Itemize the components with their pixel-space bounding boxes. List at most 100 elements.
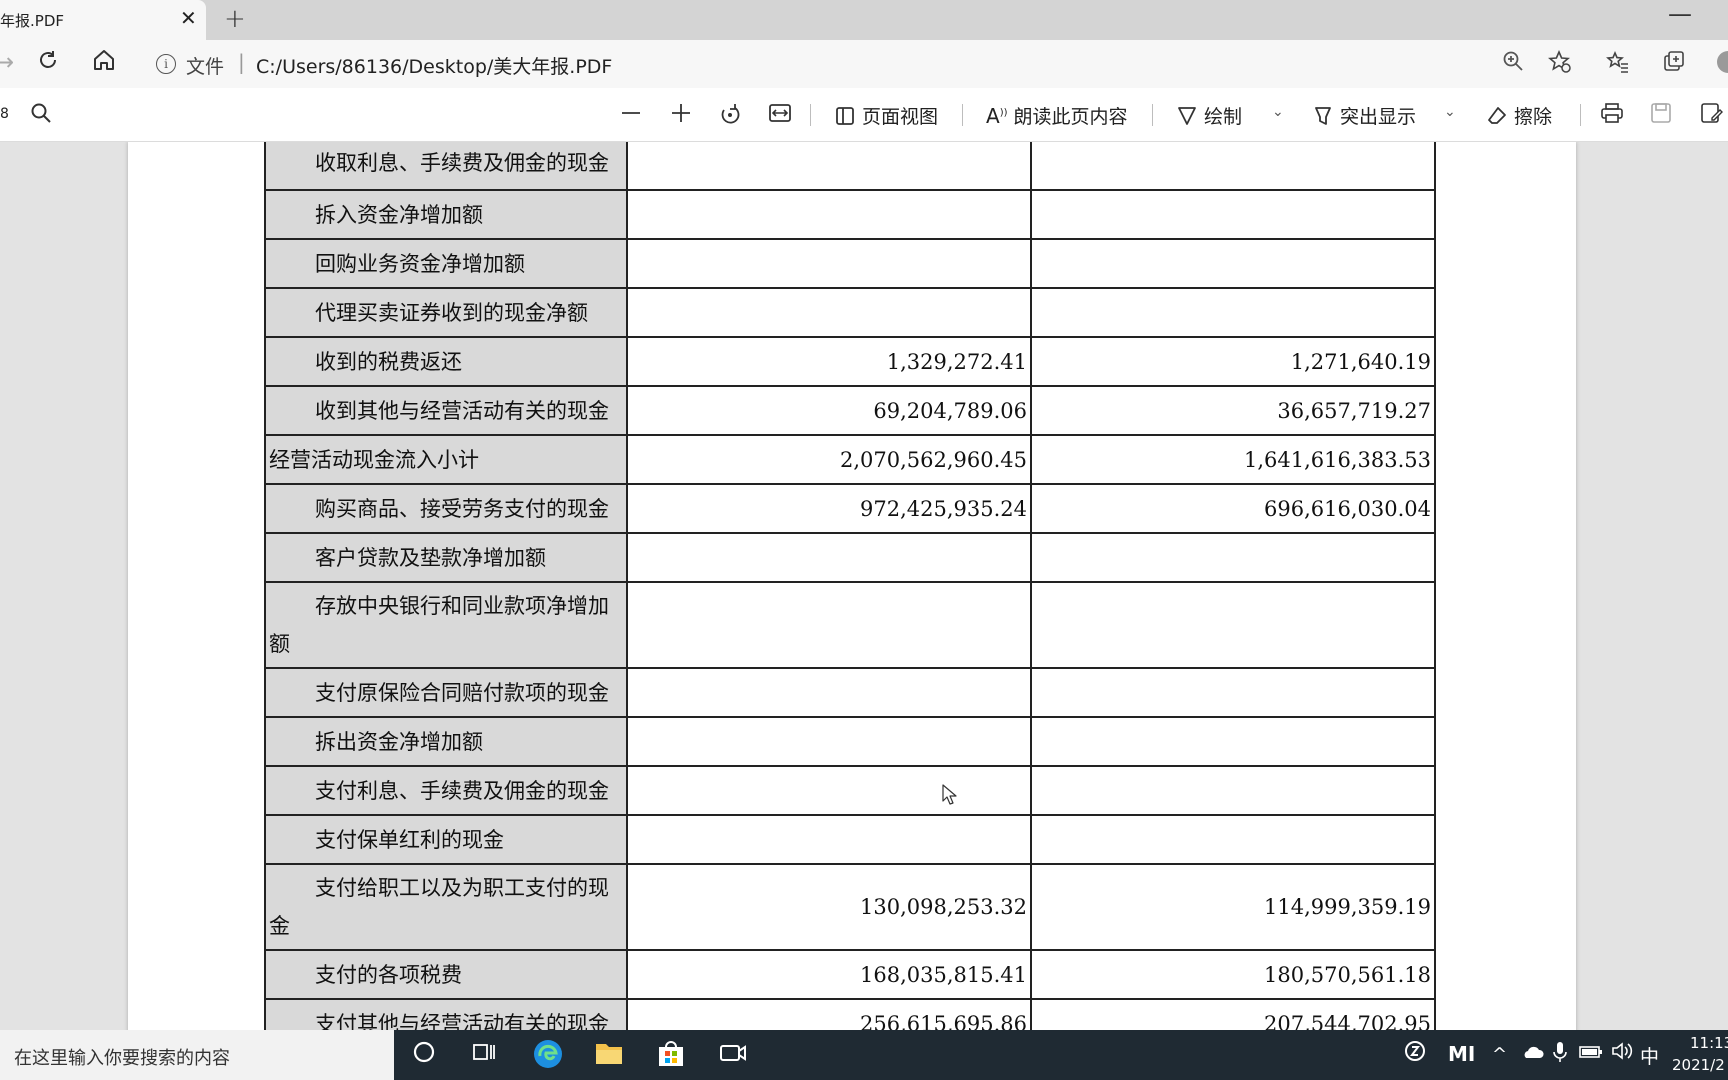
add-favorite-icon[interactable] (1548, 49, 1572, 79)
current-period-value (626, 765, 1032, 816)
address-url[interactable]: C:/Users/86136/Desktop/美大年报.PDF (256, 52, 612, 79)
current-period-value: 2,070,562,960.45 (626, 434, 1032, 485)
highlight-button[interactable]: 突出显示 (1312, 102, 1416, 129)
read-aloud-label: 朗读此页内容 (1013, 106, 1128, 128)
find-icon[interactable] (30, 102, 52, 129)
new-tab-icon[interactable]: + (224, 4, 246, 34)
previous-period-value: 36,657,719.27 (1030, 385, 1436, 436)
cash-flow-table: 收取利息、手续费及佣金的现金 拆入资金净增加额 回购业务资金净增加额 代理买卖证券收到… (264, 142, 1436, 1030)
current-period-value (626, 142, 1032, 191)
pdf-page: 收取利息、手续费及佣金的现金 拆入资金净增加额 回购业务资金净增加额 代理买卖证券收到… (128, 142, 1576, 1030)
home-icon[interactable] (92, 48, 116, 78)
forward-icon[interactable]: → (0, 48, 14, 76)
current-period-value (626, 716, 1032, 767)
current-period-value (626, 189, 1032, 240)
previous-period-value: 1,641,616,383.53 (1030, 434, 1436, 485)
minimize-icon[interactable]: — (1668, 0, 1692, 28)
zoom-out-icon[interactable] (620, 102, 642, 129)
sogou-input-icon[interactable] (1404, 1040, 1426, 1068)
previous-period-value (1030, 532, 1436, 583)
volume-icon[interactable] (1610, 1040, 1634, 1068)
rotate-icon[interactable] (718, 102, 742, 131)
row-label: 支付原保险合同赔付款项的现金 (264, 667, 628, 718)
row-label: 拆入资金净增加额 (264, 189, 628, 240)
table-row: 回购业务资金净增加额 (264, 238, 1436, 289)
row-label: 支付其他与经营活动有关的现金 (264, 998, 628, 1030)
previous-period-value (1030, 814, 1436, 865)
taskbar-search-box[interactable]: 在这里输入你要搜索的内容 (0, 1030, 394, 1080)
profile-avatar[interactable] (1716, 50, 1728, 79)
zoom-icon[interactable] (1502, 50, 1524, 77)
microphone-icon[interactable] (1552, 1040, 1568, 1070)
table-row: 收取利息、手续费及佣金的现金 (264, 142, 1436, 191)
store-icon[interactable] (656, 1040, 686, 1074)
mi-icon[interactable]: MI (1448, 1042, 1475, 1066)
toolbar-divider (810, 104, 811, 126)
address-separator: | (238, 50, 245, 74)
table-row: 代理买卖证券收到的现金净额 (264, 287, 1436, 338)
toolbar-divider (1580, 104, 1581, 126)
current-period-value (626, 667, 1032, 718)
current-period-value: 69,204,789.06 (626, 385, 1032, 436)
zoom-in-icon[interactable] (670, 102, 692, 129)
task-view-icon[interactable] (472, 1040, 496, 1070)
table-row: 支付的各项税费 168,035,815.41 180,570,561.18 (264, 949, 1436, 1000)
highlight-label: 突出显示 (1340, 106, 1417, 128)
close-tab-icon[interactable]: ✕ (180, 6, 197, 30)
table-row: 支付保单红利的现金 (264, 814, 1436, 865)
row-label: 客户贷款及垫款净增加额 (264, 532, 628, 583)
row-label: 收取利息、手续费及佣金的现金 (264, 142, 628, 191)
video-call-icon[interactable] (718, 1040, 748, 1072)
page-view-button[interactable]: 页面视图 (834, 102, 938, 129)
read-aloud-button[interactable]: A)) 朗读此页内容 (986, 102, 1128, 129)
active-tab[interactable]: 年报.PDF ✕ (0, 0, 206, 40)
current-period-value: 130,098,253.32 (626, 863, 1032, 951)
onedrive-icon[interactable] (1520, 1040, 1544, 1068)
current-period-value: 972,425,935.24 (626, 483, 1032, 534)
clock-time[interactable]: 11:13 (1690, 1034, 1728, 1052)
save-as-icon[interactable] (1700, 102, 1724, 129)
pdf-viewer[interactable]: 收取利息、手续费及佣金的现金 拆入资金净增加额 回购业务资金净增加额 代理买卖证券收到… (0, 142, 1728, 1030)
navigation-bar: → i 文件 | C:/Users/86136/Desktop/美大年报.PDF (0, 40, 1728, 88)
previous-period-value: 1,271,640.19 (1030, 336, 1436, 387)
edge-icon[interactable] (532, 1038, 564, 1076)
info-icon[interactable]: i (156, 54, 176, 74)
current-period-value (626, 532, 1032, 583)
print-icon[interactable] (1600, 102, 1624, 129)
current-period-value (626, 814, 1032, 865)
table-row: 支付利息、手续费及佣金的现金 (264, 765, 1436, 816)
cortana-icon[interactable] (412, 1040, 436, 1070)
favorites-icon[interactable] (1606, 50, 1630, 79)
current-period-value (626, 581, 1032, 669)
row-label: 支付保单红利的现金 (264, 814, 628, 865)
erase-button[interactable]: 擦除 (1486, 102, 1552, 129)
previous-period-value: 180,570,561.18 (1030, 949, 1436, 1000)
tray-expand-icon[interactable]: ^ (1492, 1044, 1507, 1065)
clock-date[interactable]: 2021/2 (1672, 1056, 1725, 1074)
input-language-indicator[interactable]: 中 (1640, 1042, 1659, 1069)
taskbar: 在这里输入你要搜索的内容 MI ^ 中 11:13 2021/2 (0, 1030, 1728, 1080)
pdf-toolbar: 8 页面视图 A)) 朗读此页内容 绘制 ⌄ 突出显示 ⌄ 擦除 (0, 88, 1728, 142)
table-row: 存放中央银行和同业款项净增加额 (264, 581, 1436, 669)
save-icon[interactable] (1650, 102, 1672, 129)
page-view-label: 页面视图 (862, 106, 939, 128)
previous-period-value (1030, 142, 1436, 191)
collections-icon[interactable] (1662, 50, 1686, 79)
chevron-down-icon[interactable]: ⌄ (1272, 104, 1284, 120)
address-bar[interactable]: i 文件 | C:/Users/86136/Desktop/美大年报.PDF (140, 46, 1530, 82)
fit-width-icon[interactable] (768, 102, 792, 129)
current-period-value: 256,615,695.86 (626, 998, 1032, 1030)
file-explorer-icon[interactable] (594, 1040, 624, 1072)
battery-icon[interactable] (1578, 1040, 1604, 1068)
chevron-down-icon[interactable]: ⌄ (1444, 104, 1456, 120)
page-number-fragment[interactable]: 8 (0, 106, 9, 122)
tab-strip: 年报.PDF ✕ + — (0, 0, 1728, 40)
previous-period-value: 114,999,359.19 (1030, 863, 1436, 951)
table-row: 支付给职工以及为职工支付的现金 130,098,253.32 114,999,359… (264, 863, 1436, 951)
row-label: 回购业务资金净增加额 (264, 238, 628, 289)
draw-button[interactable]: 绘制 (1176, 102, 1242, 129)
refresh-icon[interactable] (36, 48, 60, 78)
previous-period-value (1030, 765, 1436, 816)
row-label: 经营活动现金流入小计 (264, 434, 628, 485)
draw-label: 绘制 (1204, 106, 1243, 128)
